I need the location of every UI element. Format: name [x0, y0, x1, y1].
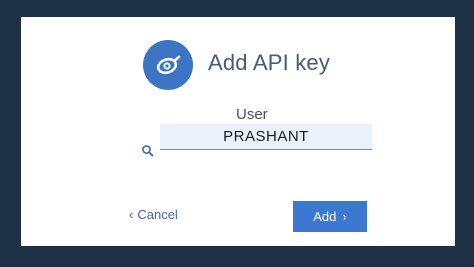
chevron-left-icon: ‹ — [129, 207, 134, 222]
user-field-label: User — [236, 106, 268, 123]
cancel-button[interactable]: ‹ Cancel — [129, 207, 178, 222]
key-icon — [143, 40, 193, 90]
dialog-title: Add API key — [208, 50, 331, 75]
user-input[interactable] — [160, 124, 372, 150]
add-button[interactable]: Add › — [293, 201, 367, 232]
cancel-label: Cancel — [137, 207, 178, 222]
app-background: Add API key User ‹Cancel Add › — [0, 0, 474, 267]
add-api-key-dialog: Add API key User ‹Cancel Add › — [21, 17, 455, 246]
search-icon — [141, 144, 155, 158]
add-label: Add — [313, 209, 337, 224]
chevron-right-icon: › — [342, 209, 347, 224]
